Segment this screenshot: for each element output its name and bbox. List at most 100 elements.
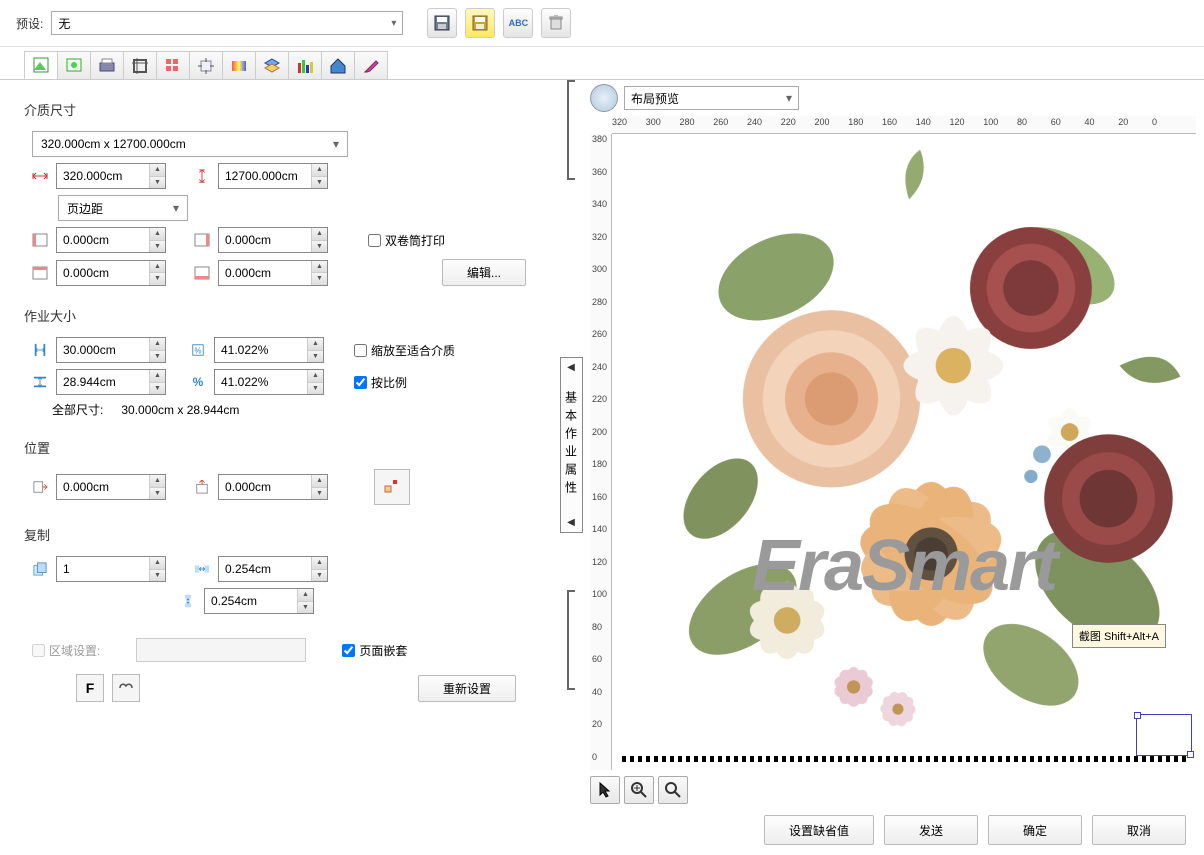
spin-down[interactable]: ▼ — [312, 273, 327, 285]
tab-ink[interactable] — [354, 51, 388, 79]
anchor-button[interactable] — [374, 469, 410, 505]
selection-handle[interactable] — [1136, 714, 1192, 756]
ok-button[interactable]: 确定 — [988, 815, 1082, 845]
rename-button[interactable]: ABC — [503, 8, 533, 38]
reset-button[interactable]: 重新设置 — [418, 675, 516, 702]
nest-checkbox[interactable] — [342, 644, 355, 657]
spin-up[interactable]: ▲ — [150, 338, 165, 351]
spin-down[interactable]: ▼ — [150, 241, 165, 253]
media-preset-select[interactable]: 320.000cm x 12700.000cm — [32, 131, 348, 157]
spin-down[interactable]: ▼ — [150, 570, 165, 582]
save-preset-button[interactable] — [427, 8, 457, 38]
spin-down[interactable]: ▼ — [308, 383, 323, 395]
mirror-button[interactable] — [112, 674, 140, 702]
delete-preset-button[interactable] — [541, 8, 571, 38]
copy-count-input[interactable] — [57, 557, 149, 581]
spin-down[interactable]: ▼ — [312, 570, 327, 582]
gap-y-spinner[interactable]: ▲▼ — [204, 588, 314, 614]
media-height-spinner[interactable]: ▲▼ — [218, 163, 328, 189]
edit-button[interactable]: 编辑... — [442, 259, 526, 286]
spin-up[interactable]: ▲ — [308, 370, 323, 383]
job-width-input[interactable] — [57, 338, 149, 362]
job-height-spinner[interactable]: ▲▼ — [56, 369, 166, 395]
job-width-pct-input[interactable] — [215, 338, 307, 362]
spin-down[interactable]: ▼ — [150, 177, 165, 189]
pos-y-input[interactable] — [219, 475, 311, 499]
margin-right-input[interactable] — [219, 228, 311, 252]
clock-icon[interactable] — [590, 84, 618, 112]
tab-workflow[interactable] — [57, 51, 91, 79]
margin-right-spinner[interactable]: ▲▼ — [218, 227, 328, 253]
media-height-input[interactable] — [219, 164, 311, 188]
media-width-input[interactable] — [57, 164, 149, 188]
spin-up[interactable]: ▲ — [298, 589, 313, 602]
spin-down[interactable]: ▼ — [308, 351, 323, 363]
job-height-input[interactable] — [57, 370, 149, 394]
set-default-button[interactable]: 设置缺省值 — [764, 815, 874, 845]
cancel-button[interactable]: 取消 — [1092, 815, 1186, 845]
spin-down[interactable]: ▼ — [150, 351, 165, 363]
margin-top-input[interactable] — [57, 261, 149, 285]
pos-x-spinner[interactable]: ▲▼ — [56, 474, 166, 500]
job-height-pct-spinner[interactable]: ▲▼ — [214, 369, 324, 395]
spin-up[interactable]: ▲ — [312, 475, 327, 488]
media-width-spinner[interactable]: ▲▼ — [56, 163, 166, 189]
tab-print[interactable] — [90, 51, 124, 79]
gap-x-spinner[interactable]: ▲▼ — [218, 556, 328, 582]
flip-button[interactable]: F — [76, 674, 104, 702]
separator-handle[interactable]: ◀ 基本作业属性 ◀ — [560, 80, 582, 810]
spin-down[interactable]: ▼ — [150, 488, 165, 500]
pos-y-spinner[interactable]: ▲▼ — [218, 474, 328, 500]
spin-down[interactable]: ▼ — [298, 602, 313, 614]
send-button[interactable]: 发送 — [884, 815, 978, 845]
fit-media-checkbox[interactable] — [354, 344, 367, 357]
spin-up[interactable]: ▲ — [312, 228, 327, 241]
preview-mode-select[interactable]: 布局预览 — [624, 86, 799, 110]
preset-select[interactable]: 无 — [51, 11, 403, 35]
margin-bottom-spinner[interactable]: ▲▼ — [218, 260, 328, 286]
tab-marks[interactable] — [189, 51, 223, 79]
pos-x-input[interactable] — [57, 475, 149, 499]
spin-up[interactable]: ▲ — [150, 370, 165, 383]
spin-up[interactable]: ▲ — [150, 261, 165, 274]
tab-crop[interactable] — [123, 51, 157, 79]
spin-down[interactable]: ▼ — [312, 241, 327, 253]
copy-count-spinner[interactable]: ▲▼ — [56, 556, 166, 582]
canvas[interactable]: EraSmart 截图 Shift+Alt+A — [612, 134, 1196, 770]
save-as-button[interactable] — [465, 8, 495, 38]
spin-up[interactable]: ▲ — [312, 557, 327, 570]
spin-up[interactable]: ▲ — [150, 164, 165, 177]
margin-left-spinner[interactable]: ▲▼ — [56, 227, 166, 253]
zoom-tool[interactable] — [624, 776, 654, 804]
margin-top-spinner[interactable]: ▲▼ — [56, 260, 166, 286]
collapse-down-icon[interactable]: ◀ — [567, 517, 575, 528]
spin-up[interactable]: ▲ — [308, 338, 323, 351]
aspect-checkbox[interactable] — [354, 376, 367, 389]
tab-channels[interactable] — [288, 51, 322, 79]
tab-separation[interactable] — [321, 51, 355, 79]
spin-down[interactable]: ▼ — [150, 383, 165, 395]
spin-up[interactable]: ▲ — [150, 557, 165, 570]
margin-mode-select[interactable]: 页边距 — [58, 195, 188, 221]
margin-left-input[interactable] — [57, 228, 149, 252]
zoom-fit-tool[interactable] — [658, 776, 688, 804]
gap-x-input[interactable] — [219, 557, 311, 581]
tab-color-adjust[interactable] — [222, 51, 256, 79]
job-width-pct-spinner[interactable]: ▲▼ — [214, 337, 324, 363]
spin-down[interactable]: ▼ — [312, 177, 327, 189]
margin-bottom-input[interactable] — [219, 261, 311, 285]
tab-layers[interactable] — [255, 51, 289, 79]
collapse-up-icon[interactable]: ◀ — [567, 362, 575, 373]
job-height-pct-input[interactable] — [215, 370, 307, 394]
spin-down[interactable]: ▼ — [312, 488, 327, 500]
spin-up[interactable]: ▲ — [150, 228, 165, 241]
spin-up[interactable]: ▲ — [312, 164, 327, 177]
dual-roll-checkbox[interactable] — [368, 234, 381, 247]
job-width-spinner[interactable]: ▲▼ — [56, 337, 166, 363]
tab-layout[interactable] — [24, 51, 58, 79]
spin-down[interactable]: ▼ — [150, 273, 165, 285]
spin-up[interactable]: ▲ — [312, 261, 327, 274]
pointer-tool[interactable] — [590, 776, 620, 804]
gap-y-input[interactable] — [205, 589, 297, 613]
tab-grid[interactable] — [156, 51, 190, 79]
